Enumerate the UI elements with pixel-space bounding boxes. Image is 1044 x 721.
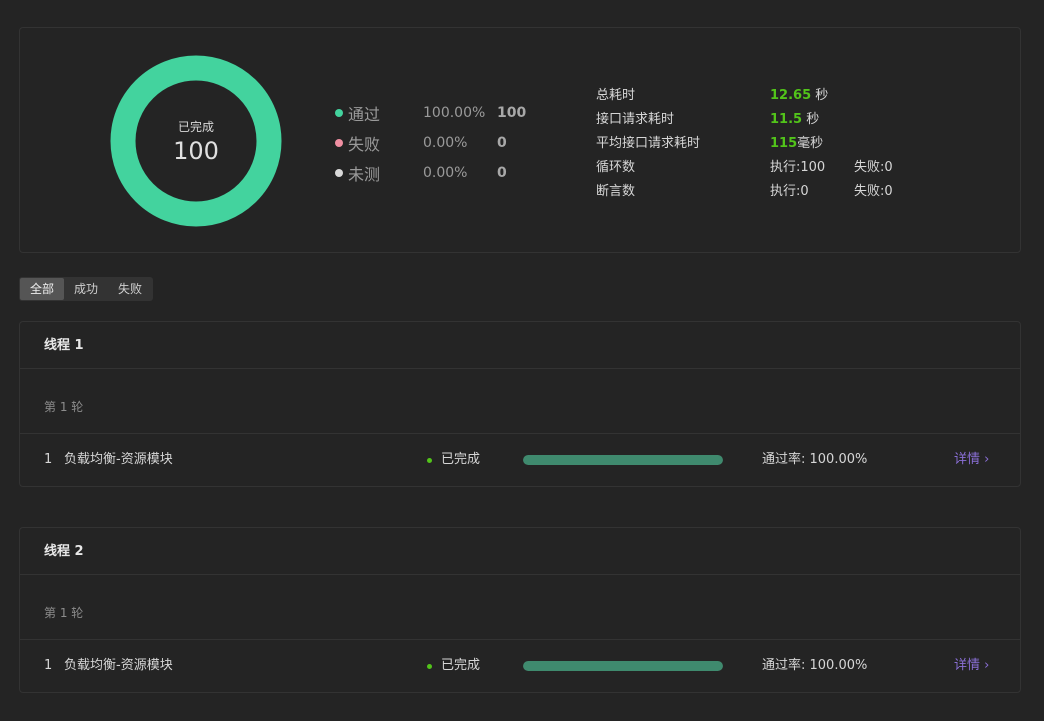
pass-dot-icon — [335, 109, 343, 117]
task-status-text: 已完成 — [441, 452, 481, 467]
legend-pass-pct: 100.00% — [423, 105, 486, 121]
result-filter: 全部 成功 失败 — [19, 277, 154, 301]
legend-untested-pct: 0.00% — [423, 165, 468, 181]
stat-avg-time: 平均接口请求耗时 115毫秒 — [596, 129, 893, 153]
task-index: 1 — [44, 452, 53, 467]
detail-link[interactable]: 详情 › — [954, 640, 989, 692]
stat-avg-time-label: 平均接口请求耗时 — [596, 135, 701, 151]
stat-loops-exec: 执行:100 — [770, 159, 826, 175]
task-name: 负载均衡-资源模块 — [64, 658, 173, 673]
task-status: 已完成 — [427, 434, 480, 486]
legend-fail-count: 0 — [497, 135, 507, 151]
stat-api-time-value: 11.5 — [770, 111, 803, 127]
stat-total-time-label: 总耗时 — [596, 87, 636, 103]
stat-total-time-unit: 秒 — [811, 87, 829, 103]
task-row: 1 负载均衡-资源模块 已完成 通过率: 100.00% 详情 › — [20, 640, 1020, 692]
summary-card: 已完成 100 通过 100.00% 100 失败 0.00% 0 未测 0.0… — [19, 27, 1021, 253]
stat-total-time: 总耗时 12.65 秒 — [596, 81, 893, 105]
pass-rate: 通过率: 100.00% — [762, 658, 868, 673]
stat-asserts: 断言数 执行:0 失败:0 — [596, 177, 893, 201]
filter-fail-button[interactable]: 失败 — [108, 278, 152, 300]
status-dot-icon — [427, 663, 432, 669]
legend-pass: 通过 100.00% 100 — [335, 98, 526, 128]
legend-fail-pct: 0.00% — [423, 135, 468, 151]
thread-card-1: 线程 1 第 1 轮 1 负载均衡-资源模块 已完成 通过率: 100.00% … — [19, 321, 1021, 487]
stat-api-time-unit: 秒 — [802, 111, 820, 127]
stat-loops-label: 循环数 — [596, 159, 636, 175]
stat-asserts-label: 断言数 — [596, 183, 636, 199]
status-dot-icon — [427, 457, 432, 463]
stat-avg-time-value: 115 — [770, 135, 798, 151]
thread-title: 线程 1 — [20, 322, 1020, 369]
legend-untested-count: 0 — [497, 165, 507, 181]
round-label: 第 1 轮 — [20, 369, 1020, 434]
stat-loops-fail: 失败:0 — [854, 159, 893, 175]
task-status-text: 已完成 — [441, 658, 481, 673]
donut-value: 100 — [173, 136, 219, 165]
legend-pass-count: 100 — [497, 105, 527, 121]
untested-dot-icon — [335, 169, 343, 177]
progress-fill — [523, 661, 723, 671]
donut-label: 已完成 — [177, 119, 214, 134]
pass-rate: 通过率: 100.00% — [762, 452, 868, 467]
stat-asserts-exec: 执行:0 — [770, 183, 809, 199]
legend-untested-name: 未测 — [348, 165, 381, 184]
stats-panel: 总耗时 12.65 秒 接口请求耗时 11.5 秒 平均接口请求耗时 115毫秒… — [596, 81, 893, 201]
progress-bar — [523, 661, 723, 671]
legend-fail: 失败 0.00% 0 — [335, 128, 526, 158]
task-name: 负载均衡-资源模块 — [64, 452, 173, 467]
task-row: 1 负载均衡-资源模块 已完成 通过率: 100.00% 详情 › — [20, 434, 1020, 486]
stat-loops: 循环数 执行:100 失败:0 — [596, 153, 893, 177]
progress-fill — [523, 455, 723, 465]
round-label: 第 1 轮 — [20, 575, 1020, 640]
legend-untested: 未测 0.00% 0 — [335, 158, 526, 188]
detail-link[interactable]: 详情 › — [954, 434, 989, 486]
filter-all-button[interactable]: 全部 — [20, 278, 65, 300]
stat-api-time-label: 接口请求耗时 — [596, 111, 675, 127]
legend-pass-name: 通过 — [348, 105, 381, 124]
stat-total-time-value: 12.65 — [770, 87, 812, 103]
thread-card-2: 线程 2 第 1 轮 1 负载均衡-资源模块 已完成 通过率: 100.00% … — [19, 527, 1021, 693]
stat-api-time: 接口请求耗时 11.5 秒 — [596, 105, 893, 129]
filter-success-button[interactable]: 成功 — [64, 278, 108, 300]
task-status: 已完成 — [427, 640, 480, 692]
progress-bar — [523, 455, 723, 465]
legend-fail-name: 失败 — [348, 135, 381, 154]
result-legend: 通过 100.00% 100 失败 0.00% 0 未测 0.00% 0 — [335, 98, 526, 188]
fail-dot-icon — [335, 139, 343, 147]
stat-asserts-fail: 失败:0 — [854, 183, 893, 199]
stat-avg-time-unit: 毫秒 — [797, 135, 824, 151]
thread-title: 线程 2 — [20, 528, 1020, 575]
task-index: 1 — [44, 658, 53, 673]
